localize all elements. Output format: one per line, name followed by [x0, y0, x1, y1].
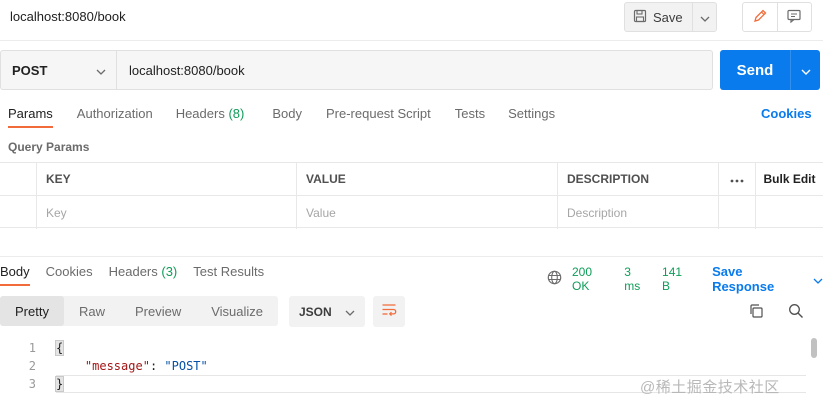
chevron-down-icon: [345, 305, 355, 319]
chevron-down-icon: [813, 272, 823, 287]
view-mode-raw[interactable]: Raw: [64, 296, 120, 326]
response-size[interactable]: 141 B: [662, 265, 693, 293]
row-empty-cell: [756, 196, 823, 229]
copy-icon: [748, 303, 764, 322]
response-status-bar: 200 OK 3 ms 141 B Save Response: [547, 264, 823, 294]
scrollbar-thumb[interactable]: [811, 338, 817, 358]
save-icon: [633, 9, 647, 26]
save-label: Save: [653, 9, 683, 25]
row-checkbox-cell: [0, 196, 37, 229]
language-value: JSON: [299, 304, 332, 319]
response-time[interactable]: 3 ms: [624, 265, 650, 293]
column-header-value: VALUE: [297, 163, 558, 195]
tab-headers[interactable]: Headers (8): [176, 100, 245, 128]
tab-response-body[interactable]: Body: [0, 258, 30, 286]
code-line: 2 "message": "POST": [0, 357, 208, 375]
send-options-button[interactable]: [790, 50, 820, 90]
checkbox-column-header: [0, 163, 37, 195]
tab-params[interactable]: Params: [8, 100, 53, 128]
tab-response-cookies[interactable]: Cookies: [46, 258, 93, 286]
line-number: 1: [28, 341, 36, 355]
send-button[interactable]: Send: [720, 50, 790, 90]
table-header-row: KEY VALUE DESCRIPTION Bulk Edit: [0, 163, 823, 196]
language-select[interactable]: JSON: [289, 296, 365, 327]
query-params-title: Query Params: [8, 140, 90, 154]
pencil-icon: [752, 8, 768, 27]
search-button[interactable]: [784, 300, 808, 324]
view-mode-pretty[interactable]: Pretty: [0, 296, 64, 326]
close-brace: }: [54, 375, 65, 392]
save-response-label: Save Response: [712, 264, 775, 294]
divider: [0, 40, 823, 41]
table-row: Key Value Description: [0, 196, 823, 229]
tab-settings[interactable]: Settings: [508, 100, 555, 128]
view-mode-preview[interactable]: Preview: [120, 296, 196, 326]
code-line: 1 {: [0, 339, 65, 357]
line-number: 3: [28, 377, 36, 391]
headers-count: (8): [228, 106, 245, 121]
chevron-down-icon: [96, 63, 106, 78]
response-headers-count: (3): [161, 264, 178, 279]
method-select[interactable]: POST: [1, 51, 117, 89]
request-tabs: Params Authorization Headers (8) Body Pr…: [0, 100, 555, 128]
ellipsis-icon: [730, 172, 744, 186]
tab-tests[interactable]: Tests: [455, 100, 485, 128]
wrap-lines-button[interactable]: [373, 296, 405, 327]
send-button-group: Send: [720, 50, 820, 90]
save-button[interactable]: Save: [625, 3, 692, 31]
tab-pre-request-script[interactable]: Pre-request Script: [326, 100, 431, 128]
json-key: "message": [84, 359, 150, 373]
column-header-key: KEY: [37, 163, 297, 195]
chevron-down-icon: [700, 10, 710, 25]
description-input[interactable]: Description: [558, 196, 719, 229]
chevron-down-icon: [801, 63, 811, 78]
divider: [0, 256, 823, 257]
query-params-table: KEY VALUE DESCRIPTION Bulk Edit Key Valu…: [0, 162, 823, 229]
method-value: POST: [12, 62, 48, 78]
editor-scrollbar[interactable]: [810, 338, 818, 400]
copy-button[interactable]: [744, 300, 768, 324]
json-colon: :: [149, 359, 165, 373]
text-cursor: [63, 377, 65, 392]
line-number: 2: [28, 359, 36, 373]
cookies-link[interactable]: Cookies: [761, 106, 812, 121]
comments-button[interactable]: [776, 3, 812, 31]
save-button-group: Save: [624, 2, 717, 32]
open-brace: {: [54, 340, 65, 356]
column-header-description: DESCRIPTION: [558, 163, 719, 195]
request-title: localhost:8080/book: [10, 9, 126, 24]
globe-icon[interactable]: [547, 270, 562, 288]
wrap-lines-icon: [381, 303, 397, 320]
save-options-button[interactable]: [692, 3, 716, 31]
status-code[interactable]: 200 OK: [572, 265, 612, 293]
request-url-bar: POST localhost:8080/book: [0, 50, 713, 90]
more-options-button[interactable]: [719, 163, 756, 195]
tab-authorization[interactable]: Authorization: [77, 100, 153, 128]
watermark: @稀土掘金技术社区: [640, 379, 780, 396]
tab-response-headers[interactable]: Headers (3): [109, 258, 178, 286]
row-actions-cell: [719, 196, 756, 229]
value-input[interactable]: Value: [297, 196, 558, 229]
comment-icon: [786, 8, 802, 27]
side-panel-toggle: [742, 2, 812, 32]
key-input[interactable]: Key: [37, 196, 297, 229]
save-response-button[interactable]: Save Response: [712, 264, 823, 294]
search-icon: [788, 303, 804, 322]
bulk-edit-button[interactable]: Bulk Edit: [756, 163, 823, 195]
tab-body[interactable]: Body: [272, 100, 302, 128]
json-value: "POST": [164, 359, 208, 373]
url-input[interactable]: localhost:8080/book: [117, 51, 712, 89]
view-mode-visualize[interactable]: Visualize: [196, 296, 278, 326]
tab-test-results[interactable]: Test Results: [193, 258, 264, 286]
code-line: 3 }: [0, 375, 65, 393]
response-tabs: Body Cookies Headers (3) Test Results: [0, 258, 264, 286]
body-view-mode-tabs: Pretty Raw Preview Visualize: [0, 296, 279, 326]
edit-button[interactable]: [743, 3, 777, 31]
